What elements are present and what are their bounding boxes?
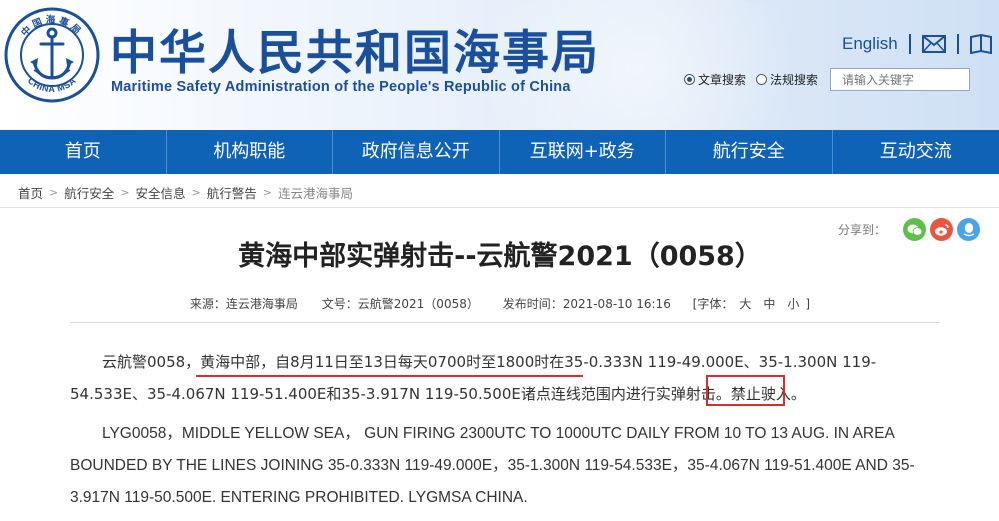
site-header: 中国海事局 CHINA MSA 中华人民共和国海事局 Maritime Safe… [0,0,999,130]
nav-item-gov-info[interactable]: 政府信息公开 [333,130,500,174]
breadcrumb-separator: > [191,185,201,199]
english-link[interactable]: English [842,34,898,54]
radio-icon [756,74,768,85]
nav-item-navigation-safety[interactable]: 航行安全 [666,130,833,174]
nav-item-internet-gov[interactable]: 互联网+政务 [500,130,666,174]
breadcrumb-separator: > [49,185,59,199]
top-tools: English [842,32,992,56]
font-size-small[interactable]: 小 [787,297,799,311]
site-title-en: Maritime Safety Administration of the Pe… [111,79,571,95]
article-title: 黄海中部实弹射击--云航警2021（0058） [238,241,762,272]
divider [70,322,940,323]
mail-icon[interactable] [921,35,946,53]
meta-publish-time: 发布时间：2021-08-10 16:16 [502,297,671,311]
meta-source: 来源：连云港海事局 [189,297,298,311]
divider [0,207,999,208]
msa-logo[interactable]: 中国海事局 CHINA MSA [4,6,100,104]
font-size-large[interactable]: 大 [739,297,751,311]
article-meta: 来源：连云港海事局 文号：云航警2021（0058） 发布时间：2021-08-… [0,295,999,312]
site-title-cn: 中华人民共和国海事局 [110,26,600,81]
breadcrumb-separator: > [120,185,130,199]
search-bar: 文章搜索 法规搜索 [684,68,971,91]
breadcrumb-item[interactable]: 航行安全 [64,183,114,202]
radio-selected-icon [684,74,695,85]
main-nav: 首页 机构职能 政府信息公开 互联网+政务 航行安全 互动交流 [0,130,999,174]
font-size-medium[interactable]: 中 [763,297,775,311]
breadcrumb-separator: > [262,185,272,199]
breadcrumb-item[interactable]: 安全信息 [135,183,185,202]
divider [908,34,911,54]
breadcrumb: 首页 > 航行安全 > 安全信息 > 航行警告 > 连云港海事局 [18,181,353,203]
annotation-box [706,375,785,406]
search-option-law[interactable]: 法规搜索 [756,71,818,88]
breadcrumb-item[interactable]: 航行警告 [207,183,257,202]
meta-doc-no: 文号：云航警2021（0058） [321,297,479,311]
font-size-control: [字体：大中小] [692,297,811,311]
book-icon[interactable] [969,34,992,54]
breadcrumb-current[interactable]: 连云港海事局 [278,183,353,202]
article-body-cn: 云航警0058，黄海中部，自8月11日至13日每天0700时至1800时在35-… [70,353,877,403]
divider [956,34,959,54]
nav-item-home[interactable]: 首页 [0,130,167,174]
annotation-underline [196,375,583,377]
nav-item-interaction[interactable]: 互动交流 [833,130,999,174]
breadcrumb-item[interactable]: 首页 [18,183,43,202]
search-option-article[interactable]: 文章搜索 [684,71,746,88]
article-body-en: LYG0058，MIDDLE YELLOW SEA， GUN FIRING 23… [70,425,915,506]
nav-item-functions[interactable]: 机构职能 [167,130,333,174]
search-input[interactable] [830,68,971,91]
